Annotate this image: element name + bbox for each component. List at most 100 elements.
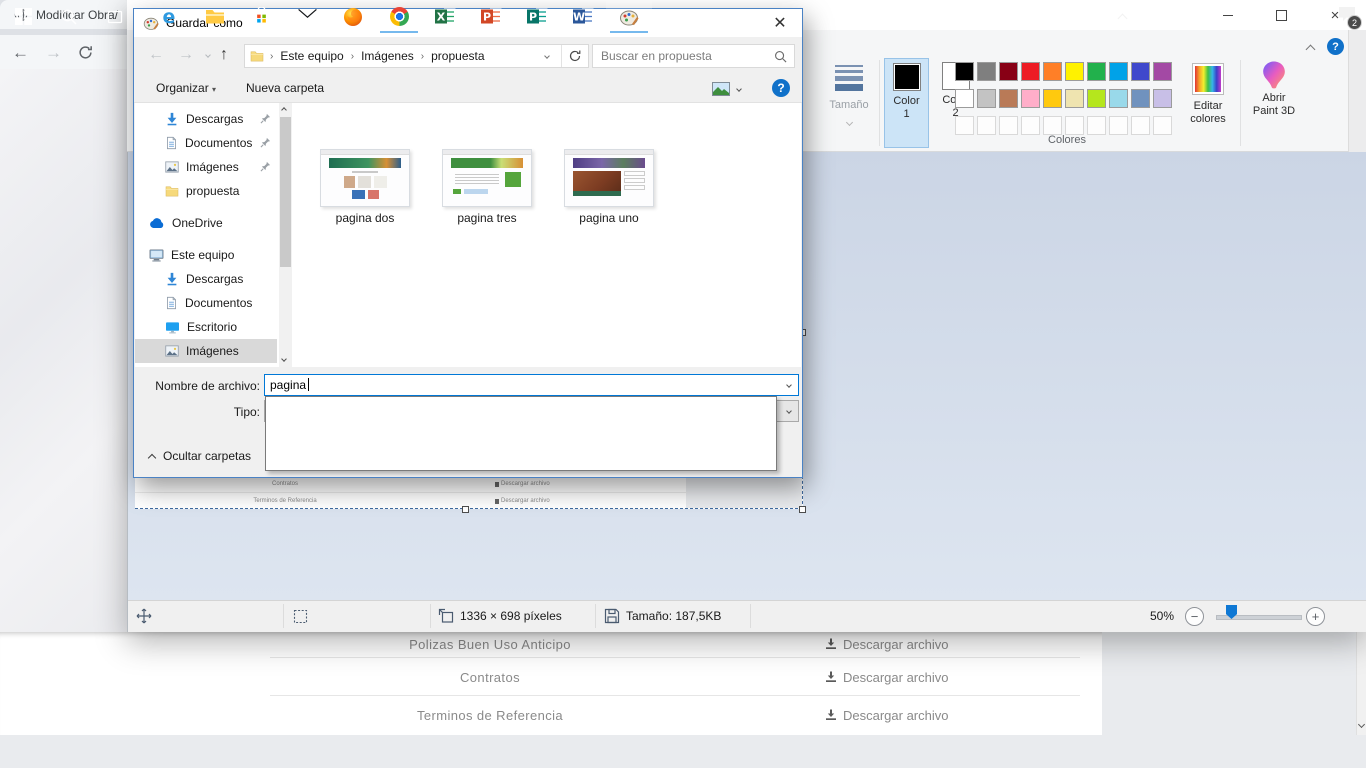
palette-color[interactable] (1131, 89, 1150, 108)
address-bar[interactable]: › Este equipo › Imágenes › propuesta (244, 44, 589, 68)
scrollbar-thumb[interactable] (280, 117, 291, 267)
up-button[interactable]: ↑ (220, 46, 228, 64)
filename-autocomplete-popup[interactable] (265, 396, 777, 471)
palette-color[interactable] (1021, 62, 1040, 81)
taskbar-file-explorer[interactable] (192, 0, 238, 33)
new-folder-button[interactable]: Nueva carpeta (246, 81, 324, 95)
browser-scrollbar[interactable] (1356, 632, 1366, 735)
browser-forward-button[interactable]: → (45, 44, 62, 61)
sidebar-item-descargas[interactable]: Descargas (135, 107, 277, 131)
resize-handle-bottom[interactable] (462, 506, 469, 513)
taskbar-mail[interactable] (284, 0, 330, 33)
browser-refresh-button[interactable] (78, 45, 93, 60)
palette-empty[interactable] (955, 116, 974, 135)
start-button[interactable] (0, 0, 46, 33)
filename-dropdown-icon[interactable] (780, 376, 797, 394)
palette-color[interactable] (955, 62, 974, 81)
sidebar-item-onedrive[interactable]: OneDrive (135, 211, 277, 235)
filename-input[interactable]: pagina (264, 374, 799, 396)
sidebar-item-imagenes[interactable]: Imágenes (135, 155, 277, 179)
type-dropdown-icon[interactable] (780, 402, 797, 420)
download-link[interactable]: Descargar archivo (825, 670, 949, 685)
taskbar-word[interactable]: W (560, 0, 606, 33)
taskbar-chrome[interactable] (376, 0, 422, 33)
color1-button[interactable]: Color1 (884, 58, 929, 148)
help-button[interactable]: ? (1327, 38, 1344, 55)
taskbar-excel[interactable]: X (422, 0, 468, 33)
zoom-out-button[interactable]: − (1185, 607, 1204, 626)
palette-empty[interactable] (1021, 116, 1040, 135)
sidebar-item-imagenes-2[interactable]: Imágenes (135, 339, 277, 363)
download-link[interactable]: Descargar archivo (825, 637, 949, 652)
file-thumbnail-pagina-uno[interactable] (564, 149, 654, 207)
view-dropdown-icon[interactable] (736, 86, 742, 92)
breadcrumb-item[interactable]: Este equipo (273, 49, 350, 63)
edit-colors-button[interactable]: Editarcolores (1180, 62, 1236, 126)
palette-color[interactable] (977, 62, 996, 81)
open-paint3d-button[interactable]: AbrirPaint 3D (1245, 60, 1303, 118)
palette-empty[interactable] (1153, 116, 1172, 135)
palette-empty[interactable] (1131, 116, 1150, 135)
palette-color[interactable] (1043, 62, 1062, 81)
browser-back-button[interactable]: ← (12, 44, 29, 61)
download-link[interactable]: Descargar archivo (825, 708, 949, 723)
palette-empty[interactable] (1087, 116, 1106, 135)
sidebar-item-este-equipo[interactable]: Este equipo (135, 243, 277, 267)
notification-center-button[interactable]: 2 (1338, 6, 1356, 27)
file-thumbnail-pagina-tres[interactable] (442, 149, 532, 207)
refresh-icon[interactable] (568, 49, 582, 63)
palette-empty[interactable] (1065, 116, 1084, 135)
palette-color[interactable] (955, 89, 974, 108)
palette-color[interactable] (1043, 89, 1062, 108)
hide-folders-button[interactable]: Ocultar carpetas (149, 449, 251, 463)
taskbar-publisher[interactable]: P (514, 0, 560, 33)
palette-empty[interactable] (977, 116, 996, 135)
address-dropdown-icon[interactable] (544, 53, 550, 59)
palette-color[interactable] (1153, 62, 1172, 81)
palette-color[interactable] (1087, 89, 1106, 108)
palette-color[interactable] (1021, 89, 1040, 108)
palette-color[interactable] (1087, 62, 1106, 81)
scroll-up-icon[interactable] (281, 107, 287, 113)
dialog-close-button[interactable]: ✕ (758, 9, 802, 37)
file-thumbnail-pagina-dos[interactable] (320, 149, 410, 207)
scroll-down-icon[interactable] (1358, 721, 1365, 728)
task-view-button[interactable] (92, 0, 138, 33)
search-box[interactable]: Buscar en propuesta (592, 44, 795, 68)
breadcrumb-item[interactable]: propuesta (424, 49, 491, 63)
taskbar-edge[interactable]: e (146, 0, 192, 33)
sidebar-item-escritorio[interactable]: Escritorio (135, 315, 277, 339)
palette-empty[interactable] (999, 116, 1018, 135)
palette-color[interactable] (1109, 62, 1128, 81)
palette-empty[interactable] (1109, 116, 1128, 135)
dialog-help-button[interactable]: ? (772, 79, 790, 97)
taskbar-search-button[interactable] (46, 0, 92, 33)
size-button[interactable]: Tamaño (822, 62, 876, 130)
breadcrumb-item[interactable]: Imágenes (354, 49, 421, 63)
palette-color[interactable] (999, 89, 1018, 108)
taskbar-store[interactable] (238, 0, 284, 33)
palette-color[interactable] (999, 62, 1018, 81)
collapse-ribbon-icon[interactable] (1306, 45, 1316, 55)
sidebar-item-descargas-2[interactable]: Descargas (135, 267, 277, 291)
recent-locations-icon[interactable] (205, 52, 211, 58)
palette-color[interactable] (1131, 62, 1150, 81)
scroll-down-icon[interactable] (281, 356, 287, 362)
maximize-button[interactable] (1258, 0, 1304, 30)
back-button[interactable]: ← (148, 47, 164, 63)
palette-empty[interactable] (1043, 116, 1062, 135)
palette-color[interactable] (977, 89, 996, 108)
resize-handle-corner[interactable] (799, 506, 806, 513)
sidebar-item-documentos-2[interactable]: Documentos (135, 291, 277, 315)
taskbar-firefox[interactable] (330, 0, 376, 33)
taskbar-paint[interactable] (606, 0, 652, 33)
forward-button[interactable]: → (178, 47, 194, 63)
sidebar-scrollbar[interactable] (279, 103, 292, 367)
sidebar-item-documentos[interactable]: Documentos (135, 131, 277, 155)
zoom-in-button[interactable]: + (1306, 607, 1325, 626)
palette-color[interactable] (1109, 89, 1128, 108)
palette-color[interactable] (1065, 89, 1084, 108)
organize-button[interactable]: Organizar ▾ (156, 81, 216, 95)
taskbar-powerpoint[interactable]: P (468, 0, 514, 33)
view-mode-icon[interactable] (712, 82, 730, 96)
